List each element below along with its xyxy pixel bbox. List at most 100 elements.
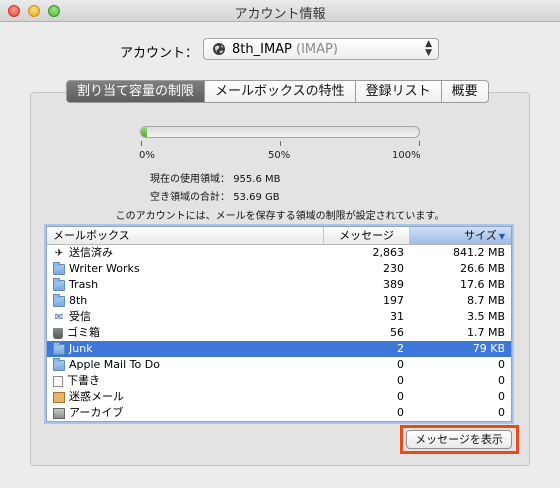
mailbox-name: アーカイブ (69, 406, 124, 419)
mailbox-name-cell: 下書き (47, 373, 324, 389)
folder-icon (53, 261, 65, 275)
table-header: メールボックス メッセージ サイズ ▼ (47, 227, 511, 245)
mailbox-name-cell: ✈ 送信済み (47, 245, 324, 261)
mailbox-size: 1.7 MB (466, 326, 505, 339)
gauge-tick-label-0: 0% (139, 150, 155, 161)
folder-icon (53, 341, 65, 355)
free-space-row: 空き領域の合計： 53.69 GB (150, 188, 280, 203)
table-row[interactable]: ゴミ箱 56 1.7 MB (47, 325, 511, 341)
message-count: 389 (383, 278, 404, 291)
account-select[interactable]: 8th_IMAP (IMAP) ▲ ▼ (203, 38, 439, 60)
mailbox-size: 79 KB (472, 342, 505, 355)
quota-notice: このアカウントには、メールを保存する領域の制限が設定されています。 (115, 211, 445, 222)
mailbox-size: 17.6 MB (459, 278, 505, 291)
message-count: 197 (383, 294, 404, 307)
mailbox-size: 0 (498, 390, 505, 403)
quota-gauge (140, 126, 420, 138)
folder-icon (53, 357, 65, 371)
mailbox-name-cell: 迷惑メール (47, 389, 324, 405)
message-count: 230 (383, 262, 404, 275)
mailbox-name-cell: ゴミ箱 (47, 325, 324, 341)
table-row[interactable]: 8th 197 8.7 MB (47, 293, 511, 309)
mailbox-name-cell: Apple Mail To Do (47, 357, 324, 373)
mailbox-name-cell: アーカイブ (47, 405, 324, 421)
updown-arrows-icon: ▲ ▼ (425, 39, 432, 58)
globe-icon (213, 43, 225, 55)
mailbox-name-cell: Trash (47, 277, 324, 293)
folder-icon (53, 277, 65, 291)
table-row[interactable]: アーカイブ 0 0 (47, 405, 511, 421)
gauge-tick-label-50: 50% (268, 150, 291, 161)
mailbox-size: 0 (498, 358, 505, 371)
table-row[interactable]: 下書き 0 0 (47, 373, 511, 389)
sent-icon: ✈ (54, 247, 64, 259)
message-count: 31 (390, 310, 404, 323)
column-header-messages[interactable]: メッセージ (324, 227, 410, 244)
table-row[interactable]: Junk 2 79 KB (47, 341, 511, 357)
tab-subscriptions[interactable]: 登録リスト (356, 81, 442, 102)
mailbox-name: 下書き (67, 374, 100, 387)
message-count: 56 (390, 326, 404, 339)
mailbox-name-cell: Junk (47, 341, 324, 357)
used-space-row: 現在の使用領域： 955.6 MB (150, 170, 280, 185)
column-header-size-label: サイズ (464, 229, 497, 242)
inbox-icon: ✉ (54, 311, 64, 323)
gauge-tick (419, 141, 420, 146)
gauge-tick (141, 141, 142, 146)
mailbox-name-cell: ✉ 受信 (47, 309, 324, 325)
mailbox-name-cell: Writer Works (47, 261, 324, 277)
gauge-tick-label-100: 100% (392, 150, 421, 161)
draft-icon (53, 375, 63, 387)
message-count: 0 (397, 390, 404, 403)
mailbox-name: Writer Works (69, 262, 140, 275)
column-header-size[interactable]: サイズ ▼ (410, 227, 511, 244)
mailbox-name: 受信 (69, 310, 91, 323)
table-row[interactable]: ✉ 受信 31 3.5 MB (47, 309, 511, 325)
tab-bar: 割り当て容量の制限 メールボックスの特性 登録リスト 概要 (66, 80, 489, 103)
used-space-label: 現在の使用領域： (150, 174, 230, 185)
mailbox-name: 8th (69, 294, 88, 307)
mailbox-size: 0 (498, 406, 505, 419)
free-space-label: 空き領域の合計： (150, 192, 230, 203)
mailbox-name: ゴミ箱 (67, 326, 100, 339)
table-row[interactable]: Trash 389 17.6 MB (47, 277, 511, 293)
mailbox-name-cell: 8th (47, 293, 324, 309)
account-type: (IMAP) (296, 42, 338, 57)
window-title: アカウント情報 (234, 7, 326, 22)
message-count: 2 (397, 342, 404, 355)
message-count: 0 (397, 406, 404, 419)
mailbox-size: 8.7 MB (466, 294, 505, 307)
table-row[interactable]: Writer Works 230 26.6 MB (47, 261, 511, 277)
quota-gauge-fill (141, 127, 147, 137)
mailbox-size: 0 (498, 374, 505, 387)
column-header-mailbox[interactable]: メールボックス (47, 227, 324, 244)
gauge-tick (280, 141, 281, 146)
tab-mailbox-behaviors[interactable]: メールボックスの特性 (205, 81, 356, 102)
mailbox-table[interactable]: メールボックス メッセージ サイズ ▼ ✈ 送信済み 2,863 841.2 MB Wri… (46, 226, 512, 422)
account-label: アカウント： (120, 46, 199, 61)
mailbox-name: 送信済み (69, 246, 113, 259)
table-row[interactable]: ✈ 送信済み 2,863 841.2 MB (47, 245, 511, 261)
mailbox-name: Junk (69, 342, 93, 355)
message-count: 2,863 (372, 246, 405, 259)
mailbox-size: 26.6 MB (459, 262, 505, 275)
table-body: ✈ 送信済み 2,863 841.2 MB Writer Works 230 26.6 MB… (47, 245, 511, 421)
junk-mail-icon (53, 391, 65, 403)
table-row[interactable]: Apple Mail To Do 0 0 (47, 357, 511, 373)
show-messages-button[interactable]: メッセージを表示 (406, 430, 512, 449)
mailbox-size: 3.5 MB (466, 310, 505, 323)
sort-descending-icon: ▼ (498, 232, 505, 241)
title-bar: アカウント情報 (0, 0, 560, 22)
account-name: 8th_IMAP (232, 42, 292, 57)
tab-quota[interactable]: 割り当て容量の制限 (67, 81, 206, 102)
free-space-value: 53.69 GB (233, 192, 280, 203)
tab-summary[interactable]: 概要 (442, 81, 488, 102)
archive-icon (53, 407, 65, 419)
trash-icon (53, 327, 63, 339)
mailbox-name: 迷惑メール (69, 390, 124, 403)
used-space-value: 955.6 MB (233, 174, 281, 185)
mailbox-size: 841.2 MB (452, 246, 505, 259)
mailbox-name: Apple Mail To Do (69, 358, 160, 371)
table-row[interactable]: 迷惑メール 0 0 (47, 389, 511, 405)
message-count: 0 (397, 358, 404, 371)
